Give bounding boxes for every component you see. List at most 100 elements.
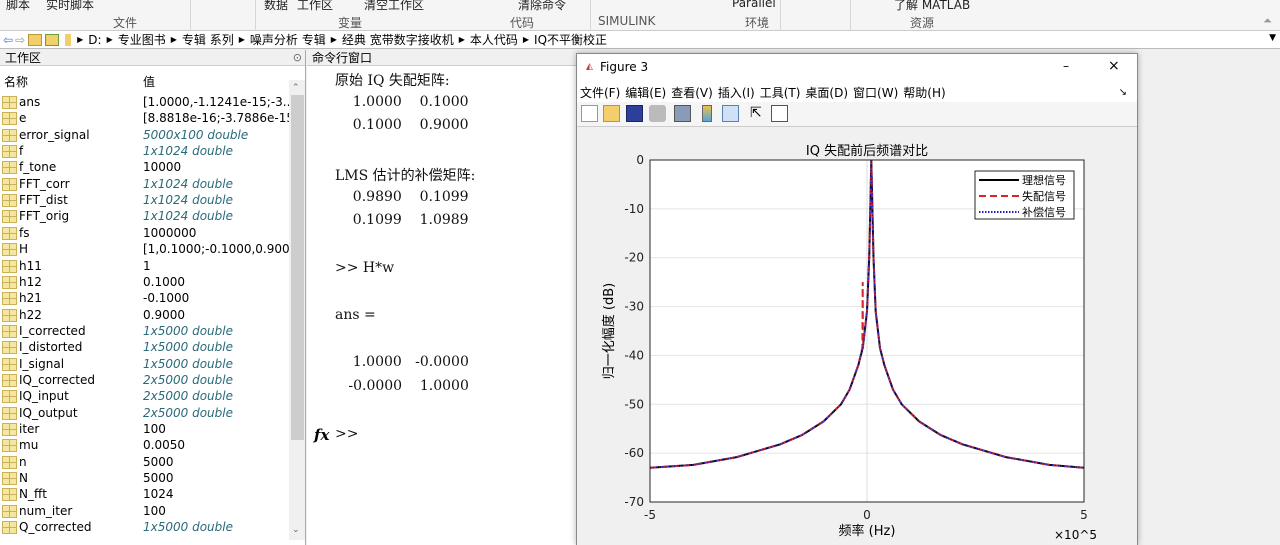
legend-icon[interactable] [722, 105, 739, 122]
folder-icon [65, 33, 72, 46]
workspace-row[interactable]: f_tone 10000 [0, 159, 290, 175]
workspace-row[interactable]: N_fft 1024 [0, 486, 290, 502]
parallel-button[interactable]: Parallel [732, 0, 776, 10]
workspace-row[interactable]: iter 100 [0, 421, 290, 437]
new-script-button[interactable]: 脚本 [6, 0, 30, 13]
workspace-row[interactable]: h22 0.9000 [0, 307, 290, 323]
menu-desktop[interactable]: 桌面(D) [805, 84, 848, 101]
link-icon[interactable] [674, 105, 691, 122]
workspace-row[interactable]: h11 1 [0, 258, 290, 274]
breadcrumb-item[interactable]: D: [88, 33, 101, 47]
function-browser-icon[interactable]: fx [314, 426, 329, 444]
workspace-row[interactable]: f 1x1024 double [0, 143, 290, 159]
workspace-title: 工作区 [5, 51, 42, 65]
workspace-row[interactable]: IQ_corrected 2x5000 double [0, 372, 290, 388]
browse-folder-icon[interactable] [45, 33, 60, 46]
save-workspace-button[interactable]: 工作区 [297, 0, 333, 13]
variable-icon [2, 161, 17, 175]
workspace-row[interactable]: IQ_output 2x5000 double [0, 405, 290, 421]
close-button[interactable]: × [1108, 58, 1120, 74]
variable-name: FFT_dist [19, 193, 68, 208]
workspace-row[interactable]: fs 1000000 [0, 225, 290, 241]
variable-icon [2, 128, 17, 142]
variable-icon [2, 357, 17, 371]
variable-value: 2x5000 double [143, 389, 233, 404]
variable-name: fs [19, 225, 30, 240]
breadcrumb-item[interactable]: 专辑 系列 [182, 31, 234, 48]
workspace-row[interactable]: IQ_input 2x5000 double [0, 388, 290, 404]
variable-icon [2, 390, 17, 404]
variable-name: h21 [19, 291, 42, 306]
workspace-row[interactable]: num_iter 100 [0, 503, 290, 519]
up-folder-icon[interactable] [28, 33, 43, 46]
menu-edit[interactable]: 编辑(E) [625, 84, 666, 101]
workspace-row[interactable]: Q_corrected 1x5000 double [0, 519, 290, 535]
legend-label: 失配信号 [1022, 190, 1066, 203]
workspace-row[interactable]: mu 0.0050 [0, 437, 290, 453]
address-dropdown-icon[interactable]: ▼ [1269, 33, 1276, 43]
workspace-row[interactable]: FFT_corr 1x1024 double [0, 176, 290, 192]
workspace-row[interactable]: FFT_orig 1x1024 double [0, 208, 290, 224]
column-header-value[interactable]: 值 [143, 73, 155, 90]
clear-commands-button[interactable]: 清除命令 [518, 0, 566, 13]
workspace-row[interactable]: e [8.8818e-16;-3.7886e-15] [0, 110, 299, 126]
menu-help[interactable]: 帮助(H) [903, 84, 945, 101]
menu-view[interactable]: 查看(V) [671, 84, 713, 101]
workspace-row[interactable]: I_distorted 1x5000 double [0, 339, 290, 355]
workspace-row[interactable]: n 5000 [0, 454, 290, 470]
learn-matlab-button[interactable]: 了解 MATLAB [894, 0, 970, 13]
scroll-up-icon[interactable]: ⌃ [292, 83, 300, 93]
variable-name: iter [19, 422, 40, 436]
new-icon[interactable] [581, 105, 598, 122]
workspace-row[interactable]: h21 -0.1000 [0, 290, 290, 306]
variable-name: I_distorted [19, 340, 83, 355]
pointer-icon[interactable]: ⇱ [750, 105, 767, 122]
workspace-row[interactable]: I_corrected 1x5000 double [0, 323, 290, 339]
colorbar-icon[interactable] [702, 105, 712, 122]
clear-workspace-button[interactable]: 清空工作区 [364, 0, 424, 13]
property-editor-icon[interactable] [771, 105, 788, 122]
workspace-row[interactable]: I_signal 1x5000 double [0, 356, 290, 372]
menu-tools[interactable]: 工具(T) [760, 84, 801, 101]
command-output-line: LMS 估计的补偿矩阵: [335, 167, 476, 184]
breadcrumb-item[interactable]: IQ不平衡校正 [534, 31, 607, 48]
save-icon[interactable] [626, 105, 643, 122]
open-icon[interactable] [603, 105, 620, 122]
dock-icon[interactable]: ↘ [1119, 87, 1127, 98]
workspace-row[interactable]: ans [1.0000,-1.1241e-15;-3.... [0, 94, 298, 110]
workspace-row[interactable]: error_signal 5000x100 double [0, 127, 290, 143]
menu-window[interactable]: 窗口(W) [853, 84, 898, 101]
breadcrumb-item[interactable]: 专业图书 [118, 31, 166, 48]
scroll-down-icon[interactable]: ⌄ [292, 525, 300, 535]
breadcrumb-item[interactable]: 经典 宽带数字接收机 [342, 31, 454, 48]
variable-icon [2, 439, 17, 453]
new-live-script-button[interactable]: 实时脚本 [46, 0, 94, 13]
collapse-toolstrip-icon[interactable]: ⏶ [1263, 14, 1272, 28]
workspace-row[interactable]: FFT_dist 1x1024 double [0, 192, 290, 208]
variable-icon [2, 423, 17, 436]
scrollbar-thumb[interactable] [291, 95, 304, 440]
variable-icon [2, 308, 17, 322]
import-data-button[interactable]: 数据 [264, 0, 288, 13]
spectrum-plot[interactable]: 0-10-20-30-40-50-60-70-5 0 5IQ 失配前后频谱对比频率 … [577, 127, 1137, 545]
minimize-button[interactable]: – [1063, 59, 1069, 73]
panel-menu-icon[interactable]: ⊙ [293, 50, 302, 66]
workspace-row[interactable]: N 5000 [0, 470, 290, 486]
command-window[interactable]: 命令行窗口 原始 IQ 失配矩阵: 1.0000 0.1000 0.1000 0… [307, 50, 577, 545]
section-code: 代码 [510, 16, 535, 30]
print-icon[interactable] [649, 105, 666, 122]
address-bar[interactable]: ⇦ ⇨ ▶ D: ▶ 专业图书 ▶ 专辑 系列 ▶ 噪声分析 专辑 ▶ 经典 宽带数字接收… [0, 31, 1280, 49]
workspace-row[interactable]: H [1,0.1000;-0.1000,0.9000] [0, 241, 302, 257]
variable-icon [2, 177, 17, 191]
back-icon[interactable]: ⇦ [3, 33, 13, 47]
breadcrumb-item[interactable]: 本人代码 [470, 31, 518, 48]
breadcrumb-item[interactable]: 噪声分析 专辑 [250, 31, 326, 48]
workspace-row[interactable]: h12 0.1000 [0, 274, 290, 290]
menu-insert[interactable]: 插入(I) [718, 84, 755, 101]
forward-icon[interactable]: ⇨ [15, 33, 25, 47]
variable-name: IQ_output [19, 405, 78, 420]
column-header-name[interactable]: 名称 [4, 73, 28, 90]
menu-file[interactable]: 文件(F) [580, 84, 620, 101]
legend-label: 补偿信号 [1022, 205, 1066, 219]
x-tick-label: 0 [863, 508, 871, 522]
